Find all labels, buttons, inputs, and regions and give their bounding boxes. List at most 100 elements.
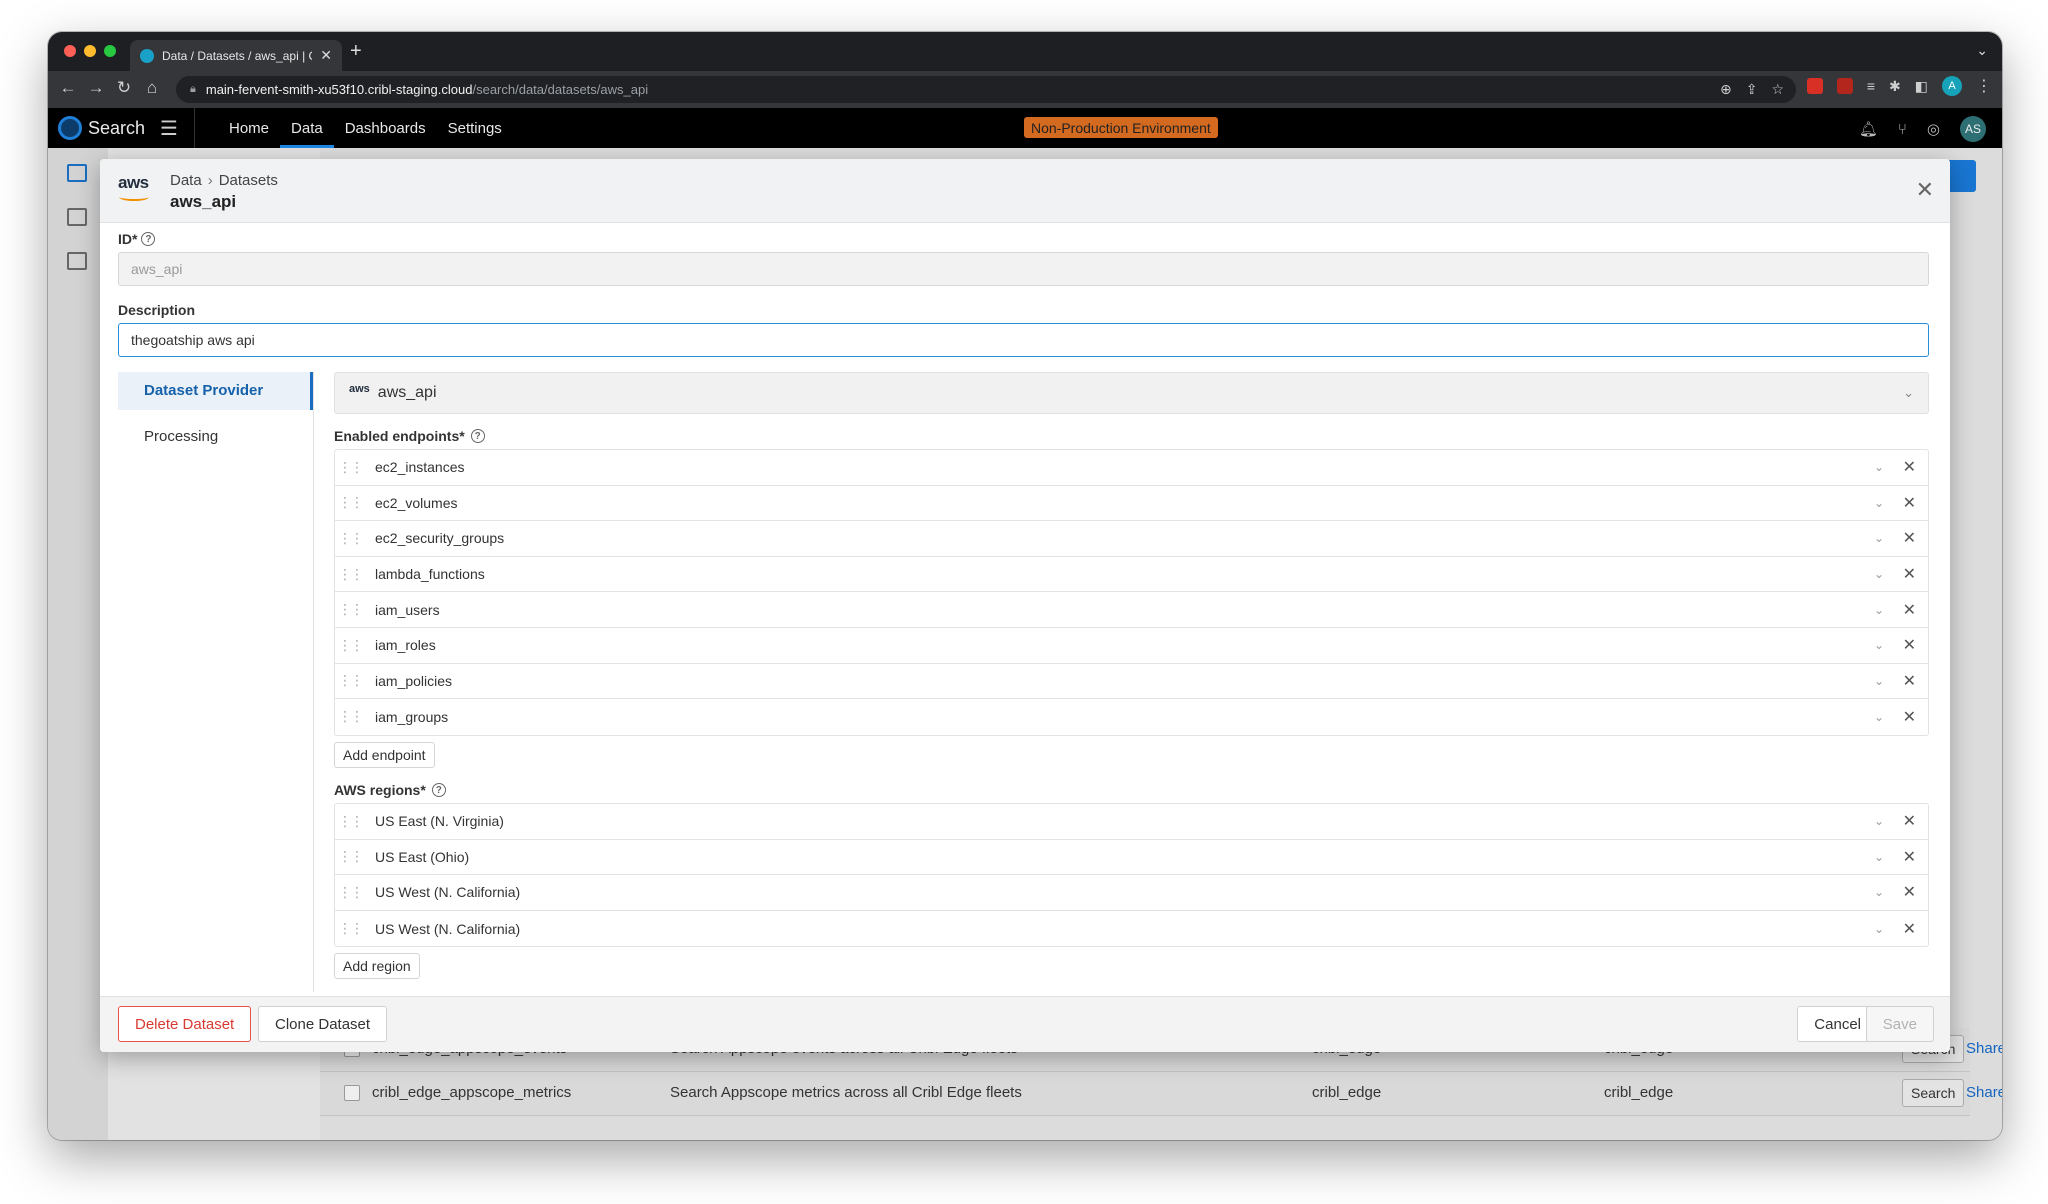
share-link[interactable]: Share: [1966, 1040, 2002, 1057]
remove-icon[interactable]: ✕: [1903, 635, 1916, 655]
grid-icon[interactable]: [67, 164, 87, 182]
list-item[interactable]: ⋮⋮ US East (N. Virginia) ⌄ ✕: [335, 804, 1928, 840]
drag-handle-icon[interactable]: ⋮⋮: [335, 672, 365, 689]
drag-handle-icon[interactable]: ⋮⋮: [335, 813, 365, 830]
remove-icon[interactable]: ✕: [1903, 882, 1916, 902]
chevron-down-icon[interactable]: ⌄: [1874, 922, 1884, 936]
nav-home[interactable]: Home: [218, 108, 280, 148]
tab-dataset-provider[interactable]: Dataset Provider: [118, 372, 313, 410]
drag-handle-icon[interactable]: ⋮⋮: [335, 920, 365, 937]
row-checkbox[interactable]: [344, 1085, 360, 1101]
chevron-down-icon[interactable]: ⌄: [1874, 496, 1884, 510]
nav-dashboards[interactable]: Dashboards: [334, 108, 437, 148]
chevron-down-icon[interactable]: ⌄: [1874, 850, 1884, 864]
delete-dataset-button[interactable]: Delete Dataset: [118, 1006, 252, 1042]
add-endpoint-button[interactable]: Add endpoint: [334, 742, 435, 768]
git-branch-icon[interactable]: ⑂: [1898, 121, 1907, 138]
nav-data[interactable]: Data: [280, 108, 334, 148]
remove-icon[interactable]: ✕: [1903, 919, 1916, 939]
extension-icon[interactable]: [1836, 78, 1853, 94]
chevron-down-icon[interactable]: ⌄: [1874, 710, 1884, 724]
dataset-provider-select[interactable]: aws aws_api ⌄: [334, 372, 1929, 414]
new-tab-icon[interactable]: +: [350, 40, 362, 63]
browser-tab[interactable]: Data / Datasets / aws_api | Cribl ✕: [130, 40, 342, 71]
back-icon[interactable]: ←: [54, 78, 82, 98]
list-item[interactable]: ⋮⋮ ec2_volumes ⌄ ✕: [335, 486, 1928, 522]
forward-icon[interactable]: →: [82, 78, 110, 98]
add-region-button[interactable]: Add region: [334, 953, 420, 979]
chevron-down-icon[interactable]: ⌄: [1874, 460, 1884, 474]
database-icon[interactable]: [67, 208, 87, 226]
maximize-window-icon[interactable]: [104, 45, 116, 57]
help-icon[interactable]: ?: [470, 429, 485, 443]
close-icon[interactable]: ✕: [1916, 177, 1934, 203]
user-avatar[interactable]: AS: [1960, 116, 1986, 142]
chevron-down-icon[interactable]: ⌄: [1874, 814, 1884, 828]
globe-icon[interactable]: ◎: [1927, 120, 1940, 138]
list-item[interactable]: ⋮⋮ iam_roles ⌄ ✕: [335, 628, 1928, 664]
drag-handle-icon[interactable]: ⋮⋮: [335, 530, 365, 547]
help-icon[interactable]: ?: [431, 783, 446, 797]
breadcrumb-data[interactable]: Data: [170, 172, 202, 189]
remove-icon[interactable]: ✕: [1903, 600, 1916, 620]
chevron-down-icon[interactable]: ⌄: [1874, 638, 1884, 652]
list-item[interactable]: ⋮⋮ iam_policies ⌄ ✕: [335, 664, 1928, 700]
extensions-puzzle-icon[interactable]: ✱: [1889, 78, 1901, 95]
chevron-down-icon[interactable]: ⌄: [1874, 885, 1884, 899]
chevron-down-icon[interactable]: ⌄: [1874, 603, 1884, 617]
chevron-down-icon[interactable]: ⌄: [1874, 531, 1884, 545]
description-field[interactable]: thegoatship aws api: [118, 323, 1929, 357]
list-item[interactable]: ⋮⋮ ec2_security_groups ⌄ ✕: [335, 521, 1928, 557]
list-item[interactable]: ⋮⋮ US East (Ohio) ⌄ ✕: [335, 840, 1928, 876]
remove-icon[interactable]: ✕: [1903, 493, 1916, 513]
remove-icon[interactable]: ✕: [1903, 671, 1916, 691]
zoom-icon[interactable]: ⊕: [1720, 81, 1732, 98]
drag-handle-icon[interactable]: ⋮⋮: [335, 708, 365, 725]
reload-icon[interactable]: ↻: [110, 78, 138, 98]
remove-icon[interactable]: ✕: [1903, 528, 1916, 548]
close-tab-icon[interactable]: ✕: [320, 47, 332, 64]
close-window-icon[interactable]: [64, 45, 76, 57]
extension-icon[interactable]: [1806, 78, 1823, 94]
drag-handle-icon[interactable]: ⋮⋮: [335, 884, 365, 901]
side-panel-icon[interactable]: ◧: [1915, 78, 1928, 95]
share-icon[interactable]: ⇪: [1746, 81, 1758, 98]
list-item[interactable]: ⋮⋮ ec2_instances ⌄ ✕: [335, 450, 1928, 486]
minimize-window-icon[interactable]: [84, 45, 96, 57]
hamburger-menu-icon[interactable]: ☰: [160, 116, 178, 141]
save-button[interactable]: Save: [1865, 1006, 1934, 1042]
browser-menu-icon[interactable]: ⋮: [1976, 76, 1992, 96]
address-bar[interactable]: 🔒︎ main-fervent-smith-xu53f10.cribl-stag…: [176, 76, 1796, 103]
chevron-down-icon[interactable]: ⌄: [1874, 567, 1884, 581]
notifications-bell-icon[interactable]: 🔔︎: [1859, 120, 1878, 138]
remove-icon[interactable]: ✕: [1903, 564, 1916, 584]
chevron-down-icon[interactable]: ⌄: [1874, 674, 1884, 688]
drag-handle-icon[interactable]: ⋮⋮: [335, 637, 365, 654]
clone-dataset-button[interactable]: Clone Dataset: [258, 1006, 388, 1042]
nav-settings[interactable]: Settings: [437, 108, 513, 148]
list-item[interactable]: ⋮⋮ lambda_functions ⌄ ✕: [335, 557, 1928, 593]
list-item[interactable]: ⋮⋮ iam_groups ⌄ ✕: [335, 699, 1928, 735]
share-link[interactable]: Share: [1966, 1084, 2002, 1101]
drag-handle-icon[interactable]: ⋮⋮: [335, 566, 365, 583]
remove-icon[interactable]: ✕: [1903, 707, 1916, 727]
breadcrumb-datasets[interactable]: Datasets: [219, 172, 278, 189]
home-icon[interactable]: ⌂: [138, 78, 166, 98]
drag-handle-icon[interactable]: ⋮⋮: [335, 848, 365, 865]
table-icon[interactable]: [67, 252, 87, 270]
remove-icon[interactable]: ✕: [1903, 811, 1916, 831]
tab-processing[interactable]: Processing: [118, 418, 313, 456]
list-item[interactable]: ⋮⋮ US West (N. California) ⌄ ✕: [335, 911, 1928, 947]
list-item[interactable]: ⋮⋮ iam_users ⌄ ✕: [335, 592, 1928, 628]
tab-search-icon[interactable]: ⌄: [1976, 42, 1988, 59]
help-icon[interactable]: ?: [141, 232, 156, 246]
remove-icon[interactable]: ✕: [1903, 457, 1916, 477]
bookmark-star-icon[interactable]: ☆: [1771, 81, 1784, 98]
list-item[interactable]: ⋮⋮ US West (N. California) ⌄ ✕: [335, 875, 1928, 911]
profile-avatar[interactable]: A: [1942, 76, 1962, 96]
reading-list-icon[interactable]: ≡: [1867, 78, 1875, 94]
table-row[interactable]: cribl_edge_appscope_metrics Search Appsc…: [320, 1072, 2002, 1116]
drag-handle-icon[interactable]: ⋮⋮: [335, 601, 365, 618]
cribl-search-logo-icon[interactable]: [58, 116, 82, 140]
drag-handle-icon[interactable]: ⋮⋮: [335, 494, 365, 511]
